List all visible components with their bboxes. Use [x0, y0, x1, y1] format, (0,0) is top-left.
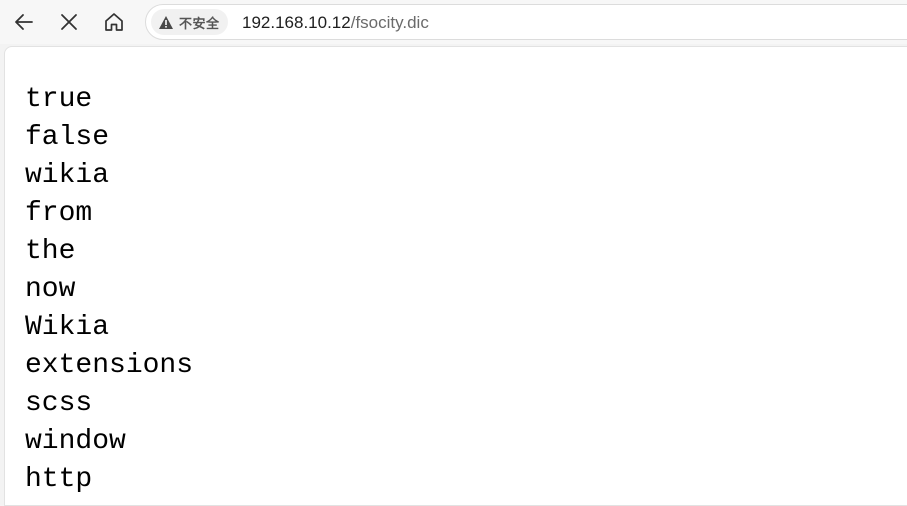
close-icon [61, 14, 77, 30]
text-line: true [25, 84, 93, 115]
url-path: /fsocity.dic [350, 13, 429, 32]
text-line: scss [25, 388, 93, 419]
url-host: 192.168.10.12 [242, 13, 351, 32]
url-text[interactable]: 192.168.10.12/fsocity.dic [242, 13, 429, 33]
text-line: Wikia [25, 312, 110, 343]
back-button[interactable] [8, 6, 40, 38]
security-label: 不安全 [179, 16, 220, 32]
security-indicator[interactable]: 不安全 [151, 9, 228, 35]
text-line: false [25, 122, 110, 153]
stop-loading-button[interactable] [53, 6, 85, 38]
text-line: now [25, 274, 76, 305]
address-bar[interactable]: 不安全 192.168.10.12/fsocity.dic [145, 4, 907, 40]
page-viewport: true false wikia from the now Wikia extensions s… [4, 46, 907, 506]
text-line: from [25, 198, 93, 229]
home-icon [105, 13, 123, 31]
home-button[interactable] [98, 6, 130, 38]
text-line: http [25, 464, 93, 495]
text-line: the [25, 236, 76, 267]
plain-text-document: true false wikia from the now Wikia extensions s… [25, 81, 193, 499]
arrow-left-icon [15, 14, 33, 30]
warning-triangle-icon [159, 15, 173, 29]
text-line: window [25, 426, 126, 457]
text-line: wikia [25, 160, 110, 191]
browser-toolbar: 不安全 192.168.10.12/fsocity.dic [0, 0, 907, 44]
text-line: extensions [25, 350, 194, 381]
